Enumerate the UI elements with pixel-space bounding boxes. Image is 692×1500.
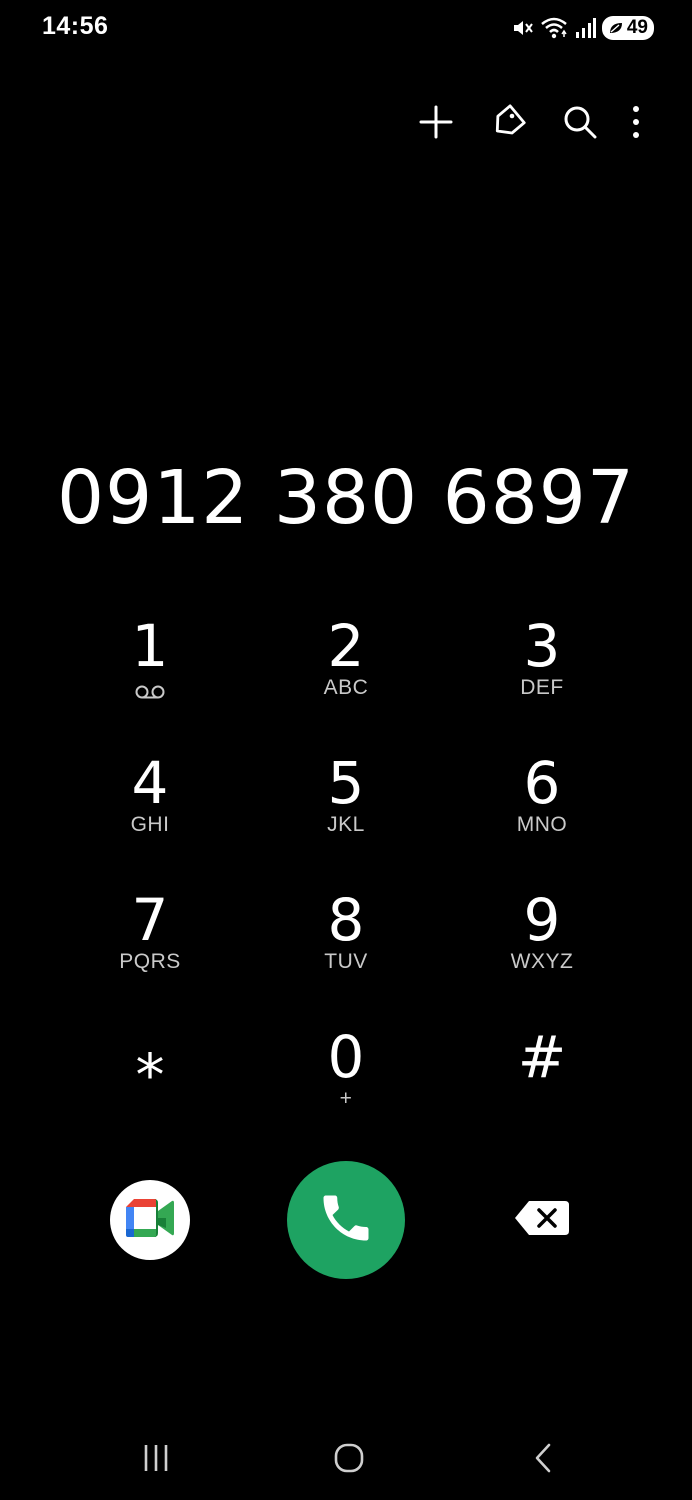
key-digit: 7 [131,886,169,954]
google-meet-icon [124,1197,176,1244]
add-contact-button[interactable] [412,100,460,148]
back-icon [531,1442,555,1479]
backspace-button[interactable] [510,1198,574,1242]
key-5[interactable]: 5 JKL [248,749,444,886]
key-digit: 3 [523,612,561,680]
search-icon [562,104,598,145]
recents-icon [141,1443,171,1478]
key-digit: # [517,1023,567,1091]
battery-icon: 49 [601,16,654,40]
key-letters: GHI [130,813,170,836]
key-3[interactable]: 3 DEF [444,612,640,749]
keypad: 1 2 ABC 3 DEF 4 GHI 5 JKL 6 MNO 7 PQRS 8… [52,612,640,1160]
key-0[interactable]: 0 + [248,1023,444,1160]
wifi-icon [540,16,568,40]
key-digit: 2 [327,612,365,680]
key-digit: 4 [131,749,169,817]
navigation-bar [0,1420,692,1500]
key-letters: JKL [327,813,365,836]
key-4[interactable]: 4 GHI [52,749,248,886]
key-letters: PQRS [119,950,181,973]
key-letters: TUV [324,950,368,973]
key-9[interactable]: 9 WXYZ [444,886,640,1023]
signal-icon [574,16,596,40]
more-vertical-icon [631,105,641,144]
search-button[interactable] [556,100,604,148]
dialer-toolbar [388,100,650,148]
home-button[interactable] [319,1438,379,1482]
recents-button[interactable] [126,1438,186,1482]
key-digit: 5 [327,749,365,817]
key-7[interactable]: 7 PQRS [52,886,248,1023]
dialer-actions [52,1160,640,1280]
status-bar: 14:56 49 [0,0,692,56]
backspace-icon [513,1199,571,1242]
voicemail-icon [134,680,166,704]
key-letters: DEF [520,676,564,699]
key-letters: + [339,1087,353,1110]
key-hash[interactable]: # [444,1023,640,1160]
call-button[interactable] [287,1161,405,1279]
key-digit: 6 [523,749,561,817]
key-digit: 8 [327,886,365,954]
home-icon [333,1442,365,1479]
back-button[interactable] [513,1438,573,1482]
key-letters: MNO [516,813,568,836]
key-letters: ABC [323,676,369,699]
tag-icon [490,103,526,145]
video-call-button[interactable] [110,1180,190,1260]
plus-icon [418,104,454,145]
key-digit: ⁎ [135,1023,165,1091]
key-digit: 1 [131,612,169,680]
battery-level: 49 [626,17,648,38]
key-star[interactable]: ⁎ [52,1023,248,1160]
key-8[interactable]: 8 TUV [248,886,444,1023]
key-6[interactable]: 6 MNO [444,749,640,886]
dialed-number[interactable]: 0912 380 6897 [0,455,692,541]
key-1[interactable]: 1 [52,612,248,749]
status-icons: 49 [510,12,654,44]
phone-icon [316,1188,376,1253]
status-time: 14:56 [42,12,109,40]
key-digit: 9 [523,886,561,954]
more-options-button[interactable] [622,100,650,148]
mute-icon [510,16,534,40]
key-digit: 0 [327,1023,365,1091]
key-2[interactable]: 2 ABC [248,612,444,749]
tag-button[interactable] [484,100,532,148]
key-letters: WXYZ [510,950,574,973]
